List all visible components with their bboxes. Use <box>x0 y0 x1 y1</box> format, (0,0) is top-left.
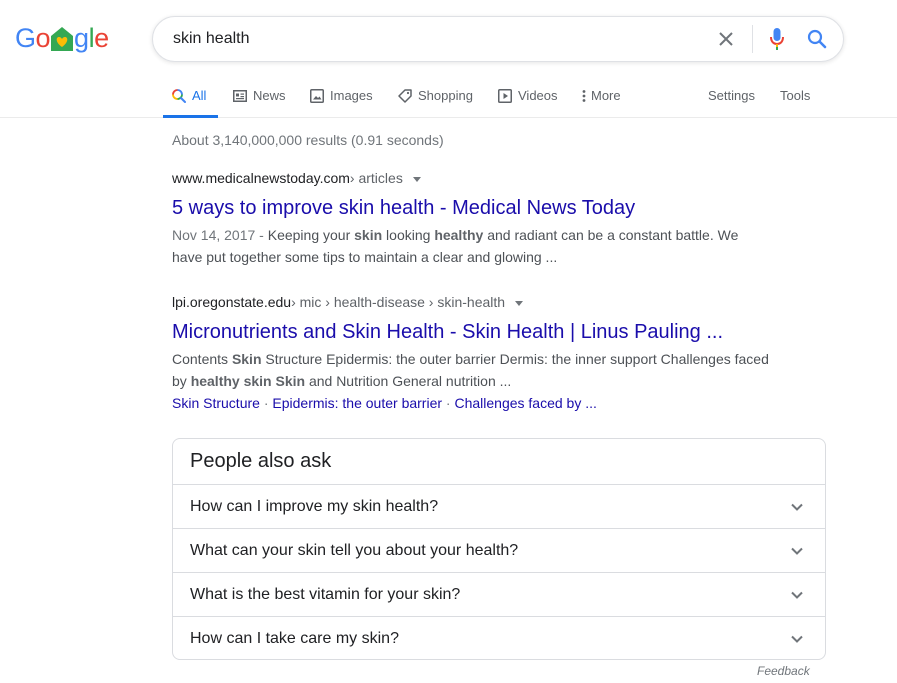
chevron-down-icon <box>791 547 803 555</box>
sitelink-separator: · <box>442 395 455 411</box>
tab-videos[interactable]: Videos <box>498 84 558 118</box>
search-icon[interactable] <box>805 27 829 51</box>
tab-label: Images <box>330 88 373 103</box>
images-icon <box>310 88 324 103</box>
search-result: lpi.oregonstate.edu › mic › health-disea… <box>172 292 772 414</box>
logo-letter-o: o <box>35 22 51 53</box>
paa-question-text: How can I take care my skin? <box>190 629 399 647</box>
result-domain: lpi.oregonstate.edu <box>172 294 292 310</box>
search-tabs: All News Images Shopping Videos More Set… <box>0 84 897 118</box>
result-snippet: Nov 14, 2017 - Keeping your skin looking… <box>172 224 772 268</box>
tab-all[interactable]: All <box>163 84 219 118</box>
tab-more[interactable]: More <box>582 84 621 118</box>
paa-title: People also ask <box>190 450 332 472</box>
video-play-icon <box>498 88 512 103</box>
settings-link[interactable]: Settings <box>708 88 755 103</box>
result-url[interactable]: www.medicalnewstoday.com › articles <box>172 168 772 188</box>
tools-link[interactable]: Tools <box>780 88 810 103</box>
tab-label: More <box>591 88 621 103</box>
chevron-down-icon <box>791 635 803 643</box>
result-domain: www.medicalnewstoday.com <box>172 170 350 186</box>
paa-question[interactable]: What is the best vitamin for your skin? <box>173 572 825 616</box>
snippet-text: Contents <box>172 351 232 367</box>
tab-label: Shopping <box>418 88 473 103</box>
snippet-text: and Nutrition General nutrition ... <box>305 373 512 389</box>
tab-label: Videos <box>518 88 558 103</box>
paa-question[interactable]: What can your skin tell you about your h… <box>173 528 825 572</box>
shopping-tag-icon <box>398 88 412 103</box>
snippet-highlight: healthy skin Skin <box>190 373 306 389</box>
chevron-down-icon <box>791 503 803 511</box>
result-snippet: Contents Skin Structure Epidermis: the o… <box>172 348 772 392</box>
result-title-link[interactable]: Micronutrients and Skin Health - Skin He… <box>172 319 772 345</box>
search-divider <box>752 25 753 53</box>
search-box[interactable]: skin health <box>152 16 844 62</box>
result-url[interactable]: lpi.oregonstate.edu › mic › health-disea… <box>172 292 772 312</box>
news-icon <box>233 88 247 103</box>
sitelink-epidermis[interactable]: Epidermis: the outer barrier <box>272 395 442 411</box>
result-path: › articles <box>349 170 403 186</box>
result-path: › mic › health-disease › skin-health <box>291 294 506 310</box>
sitelink-skin-structure[interactable]: Skin Structure <box>172 395 260 411</box>
people-also-ask: People also ask How can I improve my ski… <box>172 438 826 660</box>
result-title-link[interactable]: 5 ways to improve skin health - Medical … <box>172 195 772 221</box>
paa-question-text: What can your skin tell you about your h… <box>190 541 519 559</box>
sitelink-challenges[interactable]: Challenges faced by ... <box>454 395 596 411</box>
tab-images[interactable]: Images <box>310 84 373 118</box>
snippet-text: Keeping your <box>267 227 355 243</box>
logo-letter-g2: g <box>74 22 89 53</box>
snippet-highlight: Skin <box>231 351 262 367</box>
google-logo[interactable]: G o g l e <box>15 21 109 55</box>
sitelinks: Skin Structure · Epidermis: the outer ba… <box>172 392 772 414</box>
search-result: www.medicalnewstoday.com › articles 5 wa… <box>172 168 772 268</box>
tab-label: News <box>253 88 286 103</box>
more-vert-icon <box>582 88 586 103</box>
snippet-text: looking <box>382 227 435 243</box>
result-stats: About 3,140,000,000 results (0.91 second… <box>172 132 444 148</box>
caret-down-icon[interactable] <box>412 176 421 182</box>
chevron-down-icon <box>791 591 803 599</box>
sitelink-separator: · <box>259 395 273 411</box>
paa-question-text: How can I improve my skin health? <box>190 497 439 515</box>
snippet-highlight: healthy <box>434 227 484 243</box>
clear-icon[interactable] <box>714 27 738 51</box>
tab-shopping[interactable]: Shopping <box>398 84 473 118</box>
search-icon <box>172 88 186 103</box>
feedback-link[interactable]: Feedback <box>757 664 810 678</box>
caret-down-icon[interactable] <box>515 300 524 306</box>
logo-letter-g: G <box>15 22 36 53</box>
microphone-icon[interactable] <box>765 27 789 51</box>
logo-letter-e: e <box>94 22 109 53</box>
tab-news[interactable]: News <box>233 84 286 118</box>
paa-question[interactable]: How can I take care my skin? <box>173 616 825 660</box>
snippet-highlight: skin <box>354 227 383 243</box>
tab-label: All <box>192 88 207 103</box>
house-heart-icon <box>51 26 74 52</box>
result-date: Nov 14, 2017 - <box>172 227 268 243</box>
paa-question[interactable]: How can I improve my skin health? <box>173 484 825 528</box>
paa-question-text: What is the best vitamin for your skin? <box>190 585 461 603</box>
